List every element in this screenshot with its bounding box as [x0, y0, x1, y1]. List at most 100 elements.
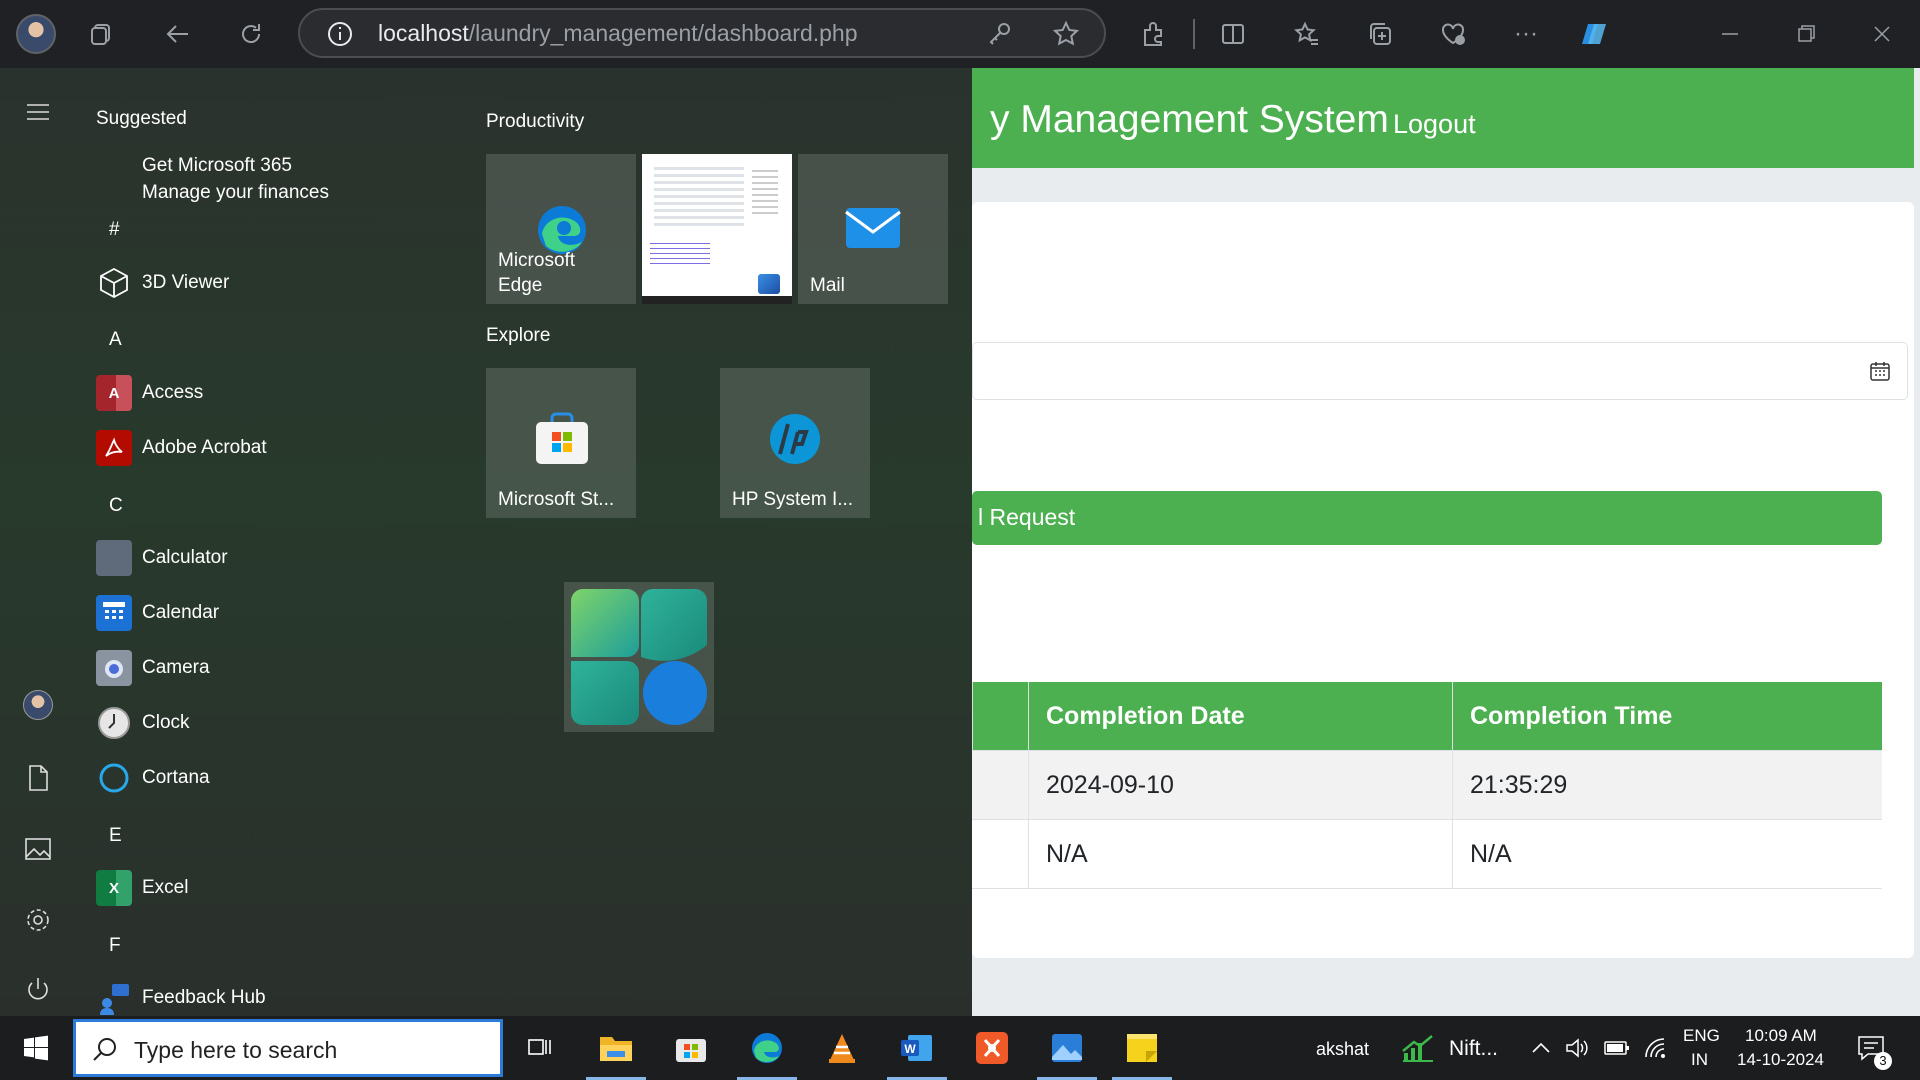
task-view-icon[interactable] — [520, 1028, 560, 1068]
webpage: y Management System Logout l Request Com… — [972, 68, 1920, 1016]
favorite-star-icon[interactable] — [1052, 20, 1080, 48]
split-screen-icon[interactable] — [1213, 14, 1253, 54]
calendar-picker-icon[interactable] — [1868, 359, 1892, 383]
more-menu-icon[interactable]: ··· — [1506, 14, 1546, 54]
windows-start-icon[interactable] — [16, 1028, 56, 1068]
pictures-icon[interactable] — [22, 833, 54, 865]
start-menu-rail — [0, 68, 75, 1016]
edge-browser-icon[interactable] — [737, 1028, 797, 1080]
extensions-icon[interactable] — [1133, 14, 1173, 54]
microsoft-store-icon[interactable] — [671, 1028, 711, 1068]
date-input[interactable] — [972, 342, 1908, 400]
copilot-icon[interactable] — [1574, 14, 1614, 54]
letter-header[interactable]: C — [109, 495, 123, 517]
tile-photos-preview[interactable] — [642, 154, 792, 304]
group-productivity[interactable]: Productivity — [486, 111, 584, 133]
file-explorer-icon[interactable] — [586, 1028, 646, 1080]
svg-text:W: W — [904, 1042, 916, 1056]
tile-microsoft-store[interactable]: Microsoft St... — [486, 368, 636, 518]
app-label: Access — [142, 382, 204, 403]
wifi-icon[interactable] — [1642, 1028, 1672, 1068]
power-icon[interactable] — [22, 974, 54, 1006]
show-hidden-icons-icon[interactable] — [1526, 1028, 1556, 1068]
app-access[interactable]: A Access — [96, 373, 203, 413]
tile-microsoft-edge[interactable]: Microsoft Edge — [486, 154, 636, 304]
table-cell: N/A — [1028, 820, 1452, 888]
profile-avatar[interactable] — [16, 14, 56, 54]
password-key-icon[interactable] — [986, 20, 1014, 48]
submit-request-label: l Request — [978, 504, 1076, 530]
letter-header[interactable]: F — [109, 935, 121, 957]
collections-icon[interactable] — [1360, 14, 1400, 54]
user-avatar[interactable] — [23, 690, 53, 720]
app-3d-viewer[interactable]: 3D Viewer — [96, 263, 229, 303]
photos-taskbar-icon[interactable] — [1037, 1028, 1097, 1080]
word-icon[interactable]: W — [887, 1028, 947, 1080]
favorites-icon[interactable] — [1287, 14, 1327, 54]
access-icon: A — [96, 375, 132, 411]
page-header: y Management System Logout — [972, 68, 1914, 168]
stock-widget-label[interactable]: Nift... — [1449, 1037, 1498, 1061]
sticky-notes-icon[interactable] — [1112, 1028, 1172, 1080]
volume-icon[interactable] — [1562, 1028, 1592, 1068]
clock-time[interactable]: 10:09 AM — [1745, 1026, 1817, 1046]
submit-request-button[interactable]: l Request — [972, 491, 1882, 545]
cortana-icon — [96, 760, 132, 796]
table-header-cell: Completion Time — [1452, 682, 1882, 750]
refresh-icon[interactable] — [231, 14, 271, 54]
input-language[interactable]: ENG — [1683, 1026, 1720, 1046]
restore-icon[interactable] — [1786, 14, 1826, 54]
cube-icon — [96, 265, 132, 301]
letter-header[interactable]: A — [109, 329, 122, 351]
app-cortana[interactable]: Cortana — [96, 758, 210, 798]
url-text[interactable]: localhost/laundry_management/dashboard.p… — [378, 20, 858, 47]
app-label: Cortana — [142, 767, 210, 788]
toolbar-divider — [1193, 19, 1195, 49]
documents-icon[interactable] — [22, 762, 54, 794]
app-clock[interactable]: Clock — [96, 703, 190, 743]
suggested-title: Get Microsoft 365 — [142, 155, 292, 176]
calculator-icon — [96, 540, 132, 576]
hp-logo-icon — [770, 414, 820, 464]
app-label: Camera — [142, 657, 210, 678]
vlc-icon[interactable] — [822, 1028, 862, 1068]
taskbar-username[interactable]: akshat — [1316, 1039, 1369, 1060]
table-cell — [972, 820, 1028, 888]
app-label: Calculator — [142, 547, 228, 568]
tile-hp-system[interactable]: HP System I... — [720, 368, 870, 518]
group-explore[interactable]: Explore — [486, 325, 550, 347]
logout-link[interactable]: Logout — [1393, 109, 1476, 140]
back-icon[interactable] — [158, 14, 198, 54]
app-calendar[interactable]: Calendar — [96, 593, 219, 633]
tab-actions-icon[interactable] — [82, 14, 122, 54]
app-label: Adobe Acrobat — [142, 437, 267, 458]
hamburger-menu-icon[interactable] — [22, 96, 54, 128]
acrobat-icon — [96, 430, 132, 466]
close-icon[interactable] — [1862, 14, 1902, 54]
clock-date[interactable]: 14-10-2024 — [1737, 1050, 1824, 1070]
battery-icon[interactable] — [1602, 1028, 1632, 1068]
app-folder-icon — [571, 589, 707, 725]
input-region[interactable]: IN — [1691, 1050, 1708, 1070]
suggested-microsoft365[interactable]: Get Microsoft 365 Manage your finances — [96, 150, 329, 208]
minimize-icon[interactable] — [1710, 14, 1750, 54]
browser-essentials-icon[interactable] — [1433, 14, 1473, 54]
taskbar-search-box[interactable]: Type here to search — [73, 1019, 503, 1077]
app-label: Excel — [142, 877, 189, 898]
tile-app-folder[interactable] — [564, 582, 714, 732]
app-excel[interactable]: X Excel — [96, 868, 188, 908]
stock-chart-icon[interactable] — [1398, 1028, 1438, 1068]
git-client-icon[interactable] — [972, 1028, 1012, 1068]
letter-header[interactable]: # — [109, 219, 120, 241]
tile-mail[interactable]: Mail — [798, 154, 948, 304]
start-menu: Suggested Get Microsoft 365 Manage your … — [0, 68, 972, 1016]
letter-header[interactable]: E — [109, 825, 122, 847]
settings-gear-icon[interactable] — [22, 904, 54, 936]
app-feedback-hub[interactable]: Feedback Hub — [96, 978, 266, 1018]
photos-icon — [758, 274, 780, 294]
notification-count-badge: 3 — [1874, 1052, 1892, 1070]
site-info-icon[interactable] — [326, 20, 354, 48]
app-camera[interactable]: Camera — [96, 648, 210, 688]
app-adobe-acrobat[interactable]: Adobe Acrobat — [96, 428, 267, 468]
app-calculator[interactable]: Calculator — [96, 538, 228, 578]
